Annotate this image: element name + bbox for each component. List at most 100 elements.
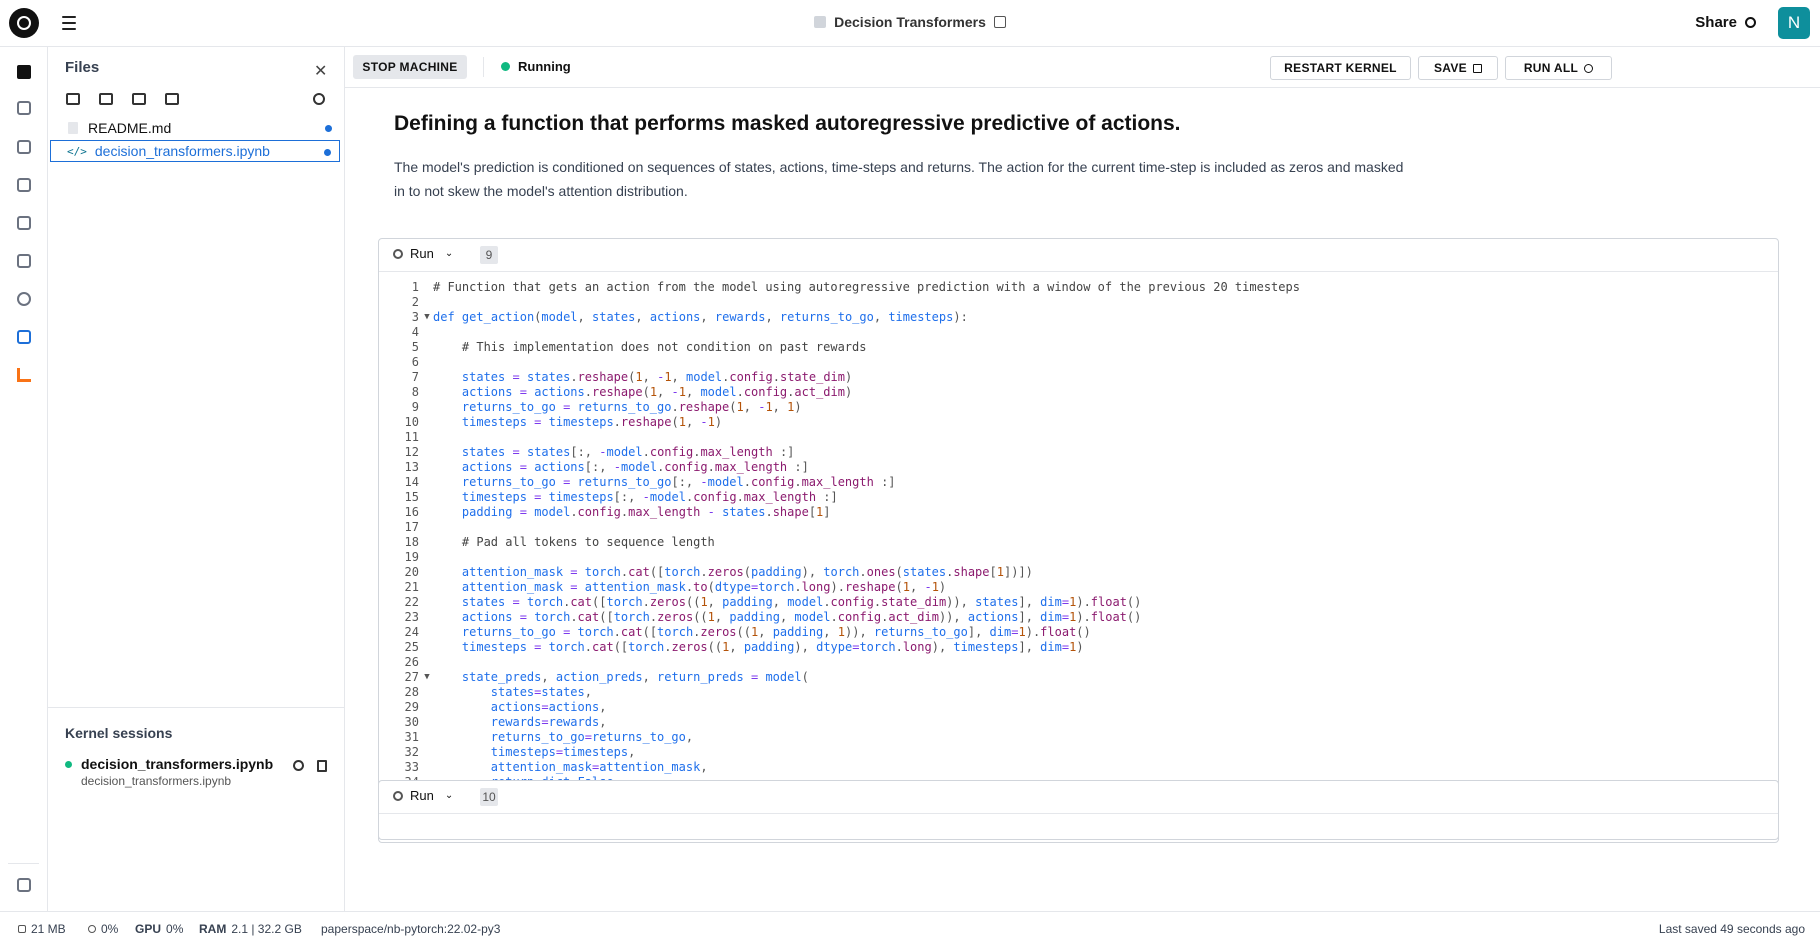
fold-marker[interactable] (421, 460, 433, 475)
fold-marker[interactable] (421, 520, 433, 535)
notebook-area: Defining a function that performs masked… (345, 88, 1820, 911)
code-cell[interactable]: Run ⌄ 9 1 # Function that gets an action … (378, 238, 1779, 843)
avatar[interactable]: N (1778, 7, 1810, 39)
code-line: 22 states = torch.cat([torch.zeros((1, p… (379, 595, 1778, 610)
fold-marker[interactable] (421, 550, 433, 565)
fold-marker[interactable] (421, 370, 433, 385)
fold-marker[interactable] (421, 295, 433, 310)
fold-marker[interactable] (421, 640, 433, 655)
fold-marker[interactable] (421, 760, 433, 775)
fold-marker[interactable] (421, 595, 433, 610)
kernel-sessions-title: Kernel sessions (65, 725, 173, 741)
fold-marker[interactable] (421, 475, 433, 490)
vscode-icon[interactable] (17, 330, 31, 344)
code-line: 20 attention_mask = torch.cat([torch.zer… (379, 565, 1778, 580)
code-line: 13 actions = actions[:, -model.config.ma… (379, 460, 1778, 475)
new-folder-icon[interactable] (99, 93, 113, 105)
files-icon[interactable] (17, 65, 31, 79)
code-line: 16 padding = model.config.max_length - s… (379, 505, 1778, 520)
trash-icon[interactable] (317, 760, 327, 772)
upload-folder-icon[interactable] (165, 93, 179, 105)
kernel-session-name[interactable]: decision_transformers.ipynb (81, 756, 273, 772)
fold-marker[interactable] (421, 355, 433, 370)
file-item[interactable]: README.md (50, 117, 340, 139)
run-all-button[interactable]: RUN ALL (1505, 56, 1612, 80)
code-cell[interactable]: Run ⌄ 10 (378, 780, 1779, 840)
edit-icon[interactable] (993, 16, 1006, 28)
refresh-icon[interactable] (313, 93, 325, 105)
code-text: timesteps = timesteps.reshape(1, -1) (461, 415, 723, 429)
fold-marker[interactable] (421, 655, 433, 670)
line-number: 21 (404, 580, 419, 594)
fold-marker[interactable] (421, 715, 433, 730)
code-line: 19 (379, 550, 1778, 565)
code-line: 5 # This implementation does not conditi… (379, 340, 1778, 355)
fold-marker[interactable] (421, 565, 433, 580)
gpu-indicator: GPU 0% (135, 922, 183, 936)
fold-marker[interactable] (421, 580, 433, 595)
panel-divider (48, 707, 344, 708)
chevron-down-icon[interactable]: ⌄ (445, 248, 453, 259)
fold-marker[interactable] (421, 325, 433, 340)
fold-marker[interactable]: ▼ (421, 670, 433, 685)
chart-icon[interactable] (17, 178, 31, 192)
fold-marker[interactable] (421, 430, 433, 445)
stack-icon[interactable] (17, 140, 31, 154)
code-editor[interactable]: 1 # Function that gets an action from the… (379, 272, 1778, 835)
stop-machine-button[interactable]: STOP MACHINE (353, 55, 467, 79)
file-item-selected[interactable]: </> decision_transformers.ipynb (50, 140, 340, 162)
file-search-icon[interactable] (17, 216, 31, 230)
fold-marker[interactable] (421, 280, 433, 295)
fold-marker[interactable] (421, 685, 433, 700)
save-button[interactable]: SAVE (1418, 56, 1498, 80)
feedback-icon[interactable] (17, 878, 31, 892)
code-line: 17 (379, 520, 1778, 535)
terminal-icon[interactable] (17, 254, 31, 268)
kernel-status-dot (65, 761, 72, 768)
menu-icon[interactable] (62, 16, 76, 30)
fold-marker[interactable] (421, 490, 433, 505)
restart-kernel-button[interactable]: RESTART KERNEL (1270, 56, 1411, 80)
notebook-title[interactable]: Decision Transformers (834, 14, 986, 30)
run-cell-button[interactable]: Run ⌄ (393, 788, 453, 803)
share-button[interactable]: Share (1695, 14, 1756, 31)
fold-marker[interactable]: ▼ (421, 310, 433, 325)
line-number: 25 (404, 640, 419, 654)
fold-marker[interactable] (421, 400, 433, 415)
fold-marker[interactable] (421, 415, 433, 430)
fold-marker[interactable] (421, 610, 433, 625)
storage-indicator: 21 MB (18, 922, 66, 936)
upload-icon[interactable] (132, 93, 146, 105)
code-text: rewards=rewards, (490, 715, 607, 729)
jupyter-icon[interactable] (17, 368, 31, 382)
fold-marker[interactable] (421, 700, 433, 715)
file-icon (68, 122, 78, 134)
cell-header: Run ⌄ 9 (379, 239, 1778, 272)
code-line: 6 (379, 355, 1778, 370)
save-icon (1473, 63, 1482, 73)
close-icon[interactable]: ✕ (314, 61, 327, 81)
fold-marker[interactable] (421, 340, 433, 355)
restart-icon[interactable] (293, 760, 304, 771)
fold-marker[interactable] (421, 745, 433, 760)
line-number: 4 (411, 325, 419, 339)
new-file-icon[interactable] (66, 93, 80, 105)
code-line: 33 attention_mask=attention_mask, (379, 760, 1778, 775)
code-line: 8 actions = actions.reshape(1, -1, model… (379, 385, 1778, 400)
ram-label: RAM (199, 922, 227, 936)
logo-icon[interactable] (9, 8, 39, 38)
fold-marker[interactable] (421, 505, 433, 520)
clock-icon[interactable] (17, 292, 31, 306)
fold-marker[interactable] (421, 730, 433, 745)
run-cell-button[interactable]: Run ⌄ (393, 246, 453, 261)
fold-marker[interactable] (421, 625, 433, 640)
fold-marker[interactable] (421, 445, 433, 460)
line-number: 5 (411, 340, 419, 354)
chip-icon[interactable] (17, 101, 31, 115)
code-icon: </> (67, 144, 87, 158)
fold-marker[interactable] (421, 535, 433, 550)
fold-marker[interactable] (421, 385, 433, 400)
line-number: 9 (411, 400, 419, 414)
gpu-label: GPU (135, 922, 162, 936)
chevron-down-icon[interactable]: ⌄ (445, 790, 453, 801)
